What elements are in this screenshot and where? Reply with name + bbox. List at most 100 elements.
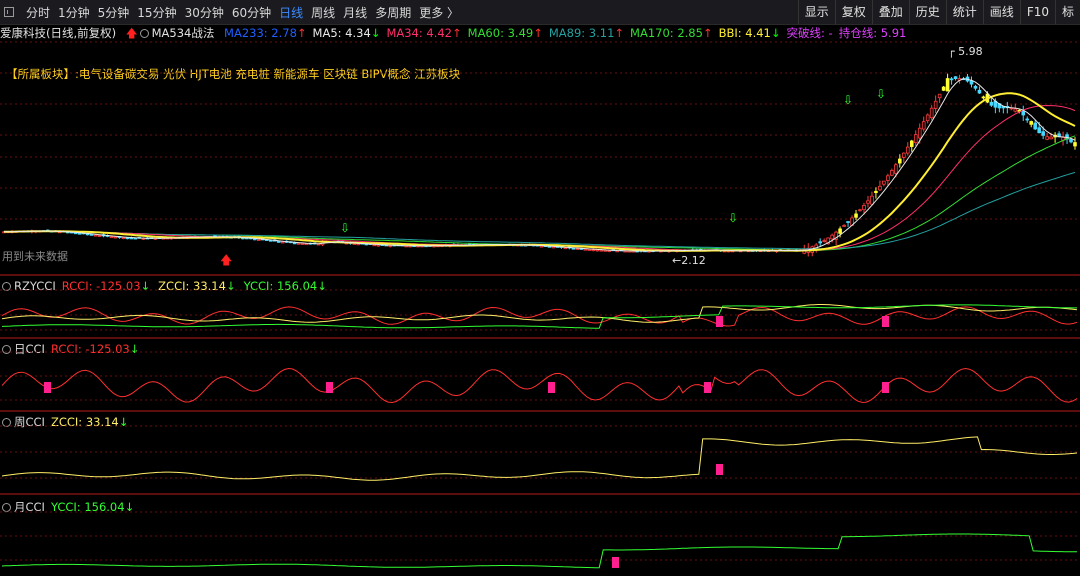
candle-body xyxy=(376,244,381,247)
candle-body xyxy=(356,243,361,246)
candle-body xyxy=(571,247,576,250)
ma5-line xyxy=(3,78,1076,252)
candle-body xyxy=(882,180,886,185)
candle-body xyxy=(1021,110,1026,116)
candle-body xyxy=(1013,108,1018,112)
candle-body xyxy=(917,127,922,139)
signal-marker xyxy=(716,316,723,327)
signal-marker xyxy=(548,382,555,393)
candle-body xyxy=(862,204,866,211)
candle-body xyxy=(902,152,906,158)
signal-marker xyxy=(612,557,619,568)
candle-body xyxy=(898,158,902,164)
candle-body xyxy=(280,241,285,244)
candle-body xyxy=(1041,131,1045,136)
candle-body xyxy=(97,235,102,237)
rzycci-rcci-line xyxy=(1,306,1078,327)
candle-body xyxy=(870,195,874,205)
candle-body xyxy=(372,244,377,247)
candle-body xyxy=(945,78,950,92)
candle-body xyxy=(854,213,858,218)
candle-body xyxy=(304,243,309,246)
sell-arrow-icon: 🡅 xyxy=(220,253,232,267)
candle-body xyxy=(591,249,596,252)
candle-body xyxy=(921,121,926,130)
candle-body xyxy=(1069,138,1073,143)
candle-body xyxy=(575,248,580,251)
candle-body xyxy=(929,107,934,119)
candle-body xyxy=(874,190,878,194)
candle-body xyxy=(93,234,98,237)
candle-body xyxy=(89,233,94,236)
candle-body xyxy=(253,238,257,241)
candle-body xyxy=(933,100,938,109)
signal-marker xyxy=(44,382,51,393)
candle-body xyxy=(1073,142,1077,147)
candle-body xyxy=(818,241,822,244)
candle-body xyxy=(981,96,986,99)
candle-body xyxy=(1037,127,1041,134)
candle-body xyxy=(878,185,882,191)
candle-body xyxy=(113,236,118,239)
candle-body xyxy=(539,245,544,248)
candle-body xyxy=(257,239,261,241)
candle-body xyxy=(296,242,301,245)
buy-arrow-icon: ⇩ xyxy=(340,221,350,235)
signal-marker xyxy=(326,382,333,393)
candle-body xyxy=(866,200,870,204)
kline-chart[interactable]: ┌ 5.98 ←2.12 ⇩ ⇩ ⇩ ⇩ 🡅 xyxy=(0,0,1080,576)
candle-body xyxy=(989,101,994,106)
candle-body xyxy=(551,246,556,249)
candle-body xyxy=(276,241,281,243)
low-price-label: ←2.12 xyxy=(672,254,706,267)
candle-body xyxy=(838,228,842,234)
rzycci-zcci-line xyxy=(1,304,1078,323)
candle-body xyxy=(595,249,600,252)
candle-body xyxy=(822,240,826,243)
candle-body xyxy=(977,89,982,94)
candle-body xyxy=(1029,121,1034,125)
candle-body xyxy=(905,146,910,154)
candle-body xyxy=(292,242,297,245)
candle-body xyxy=(109,236,114,239)
candle-body xyxy=(941,86,946,91)
candle-body xyxy=(563,247,568,250)
candle-body xyxy=(925,114,930,122)
candle-body xyxy=(1045,136,1049,140)
candle-body xyxy=(1025,118,1030,121)
daily-cci-line xyxy=(1,367,1078,404)
weekly-cci-line xyxy=(1,436,1078,481)
candle-body xyxy=(121,237,126,239)
candle-body xyxy=(909,140,914,147)
monthly-cci-line xyxy=(1,533,1077,569)
candle-body xyxy=(603,249,607,252)
buy-arrow-icon: ⇩ xyxy=(728,211,738,225)
candle-body xyxy=(300,243,305,245)
candle-body xyxy=(1049,136,1053,140)
ma60-line xyxy=(3,135,1076,251)
candle-body xyxy=(937,93,942,99)
candle-body xyxy=(953,76,958,80)
candle-body xyxy=(913,134,918,144)
high-price-label: ┌ 5.98 xyxy=(948,45,983,58)
candle-body xyxy=(890,169,894,176)
signal-marker xyxy=(882,382,889,393)
candle-body xyxy=(77,232,82,235)
bbi-line xyxy=(3,92,1076,252)
buy-arrow-icon: ⇩ xyxy=(843,93,853,107)
candle-body xyxy=(599,249,604,252)
candle-body xyxy=(587,249,592,251)
candle-body xyxy=(949,78,954,81)
candle-body xyxy=(1033,122,1037,130)
signal-marker xyxy=(704,382,711,393)
candle-body xyxy=(583,248,588,251)
candle-body xyxy=(858,209,862,212)
signal-marker xyxy=(716,464,723,475)
signal-marker xyxy=(882,316,889,327)
candle-body xyxy=(973,85,978,89)
buy-arrow-icon: ⇩ xyxy=(876,87,886,101)
candle-body xyxy=(886,175,890,181)
candle-body xyxy=(842,225,846,227)
candle-body xyxy=(894,164,898,174)
candle-body xyxy=(830,234,834,240)
